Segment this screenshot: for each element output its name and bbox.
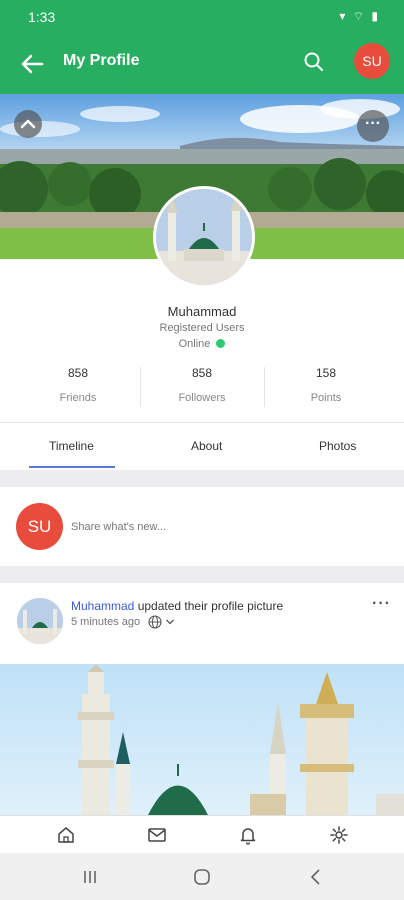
composer-avatar: SU [16, 503, 63, 550]
profile-role: Registered Users [159, 322, 245, 334]
stat-friends[interactable]: 858 Friends [11, 366, 145, 404]
status-bar: 1:33 ▾ ⌔ ▮ [0, 0, 404, 34]
app-bar: My Profile SU [0, 34, 404, 94]
mosque-image [156, 189, 252, 285]
stat-points[interactable]: 158 Points [259, 366, 393, 404]
profile-name: Muhammad [167, 304, 237, 319]
search-icon[interactable] [302, 50, 326, 74]
post-image[interactable] [0, 664, 404, 815]
post-headline: Muhammad updated their profile picture [71, 599, 283, 613]
stat-value: 858 [67, 366, 89, 380]
status-time: 1:33 [28, 9, 56, 25]
gear-icon[interactable] [329, 825, 349, 845]
active-tab-indicator [29, 466, 115, 468]
status-text: Online [178, 338, 211, 350]
post-action: updated their profile picture [137, 599, 284, 613]
user-avatar-button[interactable]: SU [354, 43, 390, 79]
profile-card: Muhammad Registered Users Online 858 Fri… [0, 259, 404, 470]
home-button-icon[interactable] [192, 867, 212, 887]
post-more-button[interactable]: ··· [372, 595, 391, 613]
post-author-link[interactable]: Muhammad [71, 599, 134, 613]
page-title: My Profile [63, 52, 140, 69]
stat-followers[interactable]: 858 Followers [135, 366, 269, 404]
home-icon[interactable] [56, 825, 76, 845]
mosque-thumbnail [17, 598, 63, 644]
status-composer[interactable]: SU Share what's new... [0, 487, 404, 566]
chevron-up-icon [20, 119, 36, 129]
stat-value: 858 [191, 366, 213, 380]
collapse-cover-button[interactable] [14, 110, 42, 138]
back-arrow-icon[interactable] [18, 50, 46, 78]
stat-label: Followers [178, 392, 226, 404]
tab-photos[interactable]: Photos [319, 439, 356, 453]
activity-post: Muhammad updated their profile picture 5… [0, 583, 404, 815]
status-icons: ▾ ⌔ ▮ [339, 9, 380, 23]
stat-label: Points [310, 392, 342, 404]
cover-more-button[interactable]: ··· [357, 110, 389, 142]
back-nav-icon[interactable] [306, 867, 326, 887]
mail-icon[interactable] [147, 825, 167, 845]
post-author-avatar[interactable] [17, 598, 63, 644]
tab-about[interactable]: About [191, 439, 222, 453]
profile-photo[interactable] [153, 186, 255, 288]
recent-apps-icon[interactable] [80, 867, 100, 887]
post-time: 5 minutes ago [71, 616, 141, 628]
stat-label: Friends [59, 392, 97, 404]
divider [0, 422, 404, 423]
globe-icon[interactable] [148, 615, 162, 629]
profile-status: Online [0, 338, 404, 350]
chevron-down-icon[interactable] [165, 617, 175, 627]
stat-value: 158 [315, 366, 337, 380]
bell-icon[interactable] [238, 825, 258, 845]
online-dot-icon [216, 339, 226, 348]
tab-timeline[interactable]: Timeline [49, 439, 94, 453]
share-prompt[interactable]: Share what's new... [71, 521, 166, 533]
system-nav-bar [0, 853, 404, 900]
bottom-nav [0, 815, 404, 854]
